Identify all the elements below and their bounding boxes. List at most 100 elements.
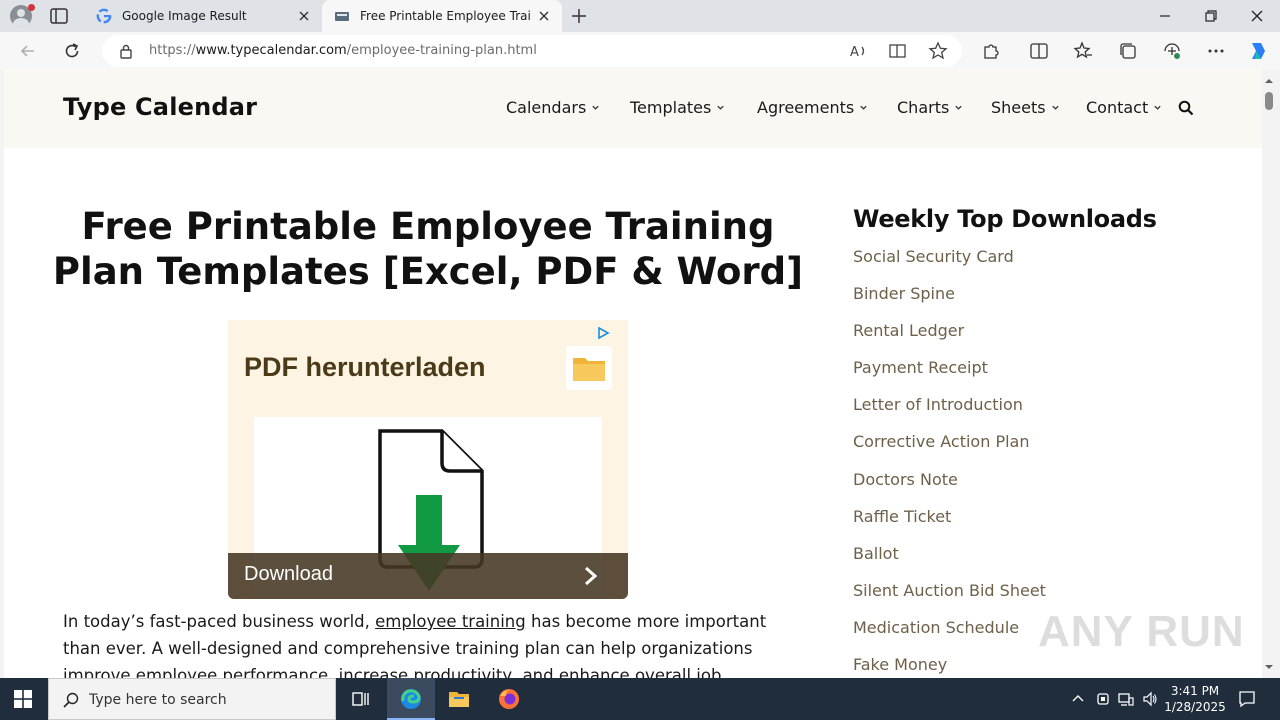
refresh-icon[interactable] [62, 41, 82, 61]
copilot-icon[interactable] [1246, 39, 1270, 63]
nav-label: Sheets [991, 98, 1046, 117]
url-path: /employee-training-plan.html [346, 43, 537, 58]
show-hidden-icons-chevron-icon[interactable] [1070, 691, 1086, 707]
chevron-down-icon [592, 105, 599, 110]
ad-download-label: Download [244, 563, 333, 585]
back-arrow-icon[interactable] [18, 41, 38, 61]
employee-training-link[interactable]: employee training [375, 612, 526, 631]
tab-title: Free Printable Employee Training [360, 9, 530, 23]
nav-label: Agreements [757, 98, 855, 117]
download-link[interactable]: Social Security Card [853, 247, 1046, 284]
tab-employee-training[interactable]: Free Printable Employee Training [322, 0, 562, 32]
close-tab-icon[interactable] [536, 8, 552, 24]
ad-headline[interactable]: PDF herunterladen [244, 352, 486, 383]
download-link[interactable]: Payment Receipt [853, 358, 1046, 395]
search-icon [63, 692, 79, 708]
favorites-icon[interactable] [1073, 41, 1093, 61]
nav-agreements[interactable]: Agreements [757, 98, 868, 117]
sidebar-title: Weekly Top Downloads [853, 205, 1157, 233]
search-placeholder: Type here to search [89, 692, 227, 708]
download-link[interactable]: Letter of Introduction [853, 395, 1046, 432]
immersive-reader-icon[interactable] [888, 41, 908, 61]
nav-contact[interactable]: Contact [1086, 98, 1162, 117]
url-text[interactable]: https://www.typecalendar.com/employee-tr… [149, 43, 537, 58]
nav-calendars[interactable]: Calendars [506, 98, 600, 117]
taskbar-firefox-app[interactable] [485, 678, 533, 720]
taskbar-file-explorer-app[interactable] [435, 678, 483, 720]
new-tab-plus-icon[interactable] [570, 7, 588, 25]
site-header: Type Calendar Calendars Templates Agreem… [4, 70, 1262, 148]
folder-icon [573, 358, 605, 381]
svg-text:A: A [850, 45, 859, 60]
device-tray-icon[interactable] [1095, 691, 1111, 707]
windows-start-icon[interactable] [14, 690, 32, 708]
download-link[interactable]: Raffle Ticket [853, 507, 1046, 544]
ad-download-bar[interactable]: Download [228, 553, 628, 599]
read-aloud-icon[interactable]: A [848, 41, 868, 61]
download-link[interactable]: Binder Spine [853, 284, 1046, 321]
anyrun-watermark: ANY RUN [1038, 607, 1245, 656]
browser-tab-strip: Google Image Result Free Printable Emplo… [0, 0, 1280, 32]
download-link[interactable]: Corrective Action Plan [853, 432, 1046, 469]
close-tab-icon[interactable] [296, 8, 312, 24]
download-link[interactable]: Silent Auction Bid Sheet [853, 581, 1046, 618]
scrollbar-thumb[interactable] [1265, 92, 1273, 110]
taskbar-edge-app[interactable] [387, 678, 435, 720]
nav-templates[interactable]: Templates [630, 98, 725, 117]
clock-date: 1/28/2025 [1164, 700, 1226, 714]
google-favicon-icon [96, 8, 112, 24]
tab-google-image-result[interactable]: Google Image Result [84, 0, 322, 32]
web-page-viewport: Type Calendar Calendars Templates Agreem… [4, 70, 1262, 678]
typecalendar-favicon-icon [335, 12, 349, 21]
more-options-icon[interactable] [1206, 41, 1226, 61]
extensions-puzzle-icon[interactable] [981, 41, 1001, 61]
chevron-down-icon [717, 105, 724, 110]
page-scrollbar[interactable] [1262, 70, 1276, 678]
nav-charts[interactable]: Charts [897, 98, 963, 117]
collections-icon[interactable] [1118, 41, 1138, 61]
chevron-right-icon [585, 566, 598, 586]
download-link[interactable]: Ballot [853, 544, 1046, 581]
nav-label: Charts [897, 98, 950, 117]
firefox-icon [499, 689, 519, 709]
favorite-star-icon[interactable] [928, 41, 948, 61]
scroll-down-arrow-icon[interactable] [1264, 662, 1274, 672]
scroll-up-arrow-icon[interactable] [1264, 76, 1274, 86]
intro-paragraph: In today’s fast-paced business world, em… [63, 608, 803, 678]
network-icon[interactable] [1118, 691, 1134, 707]
address-bar[interactable]: https://www.typecalendar.com/employee-tr… [102, 35, 962, 67]
nav-label: Templates [630, 98, 712, 117]
tab-title: Google Image Result [122, 9, 247, 23]
volume-speaker-icon[interactable] [1142, 691, 1158, 707]
search-icon[interactable] [1178, 100, 1194, 116]
clock-time: 3:41 PM [1170, 684, 1220, 698]
ad-choices-icon[interactable] [596, 326, 610, 340]
download-link[interactable]: Fake Money [853, 655, 1046, 678]
download-link[interactable]: Medication Schedule [853, 618, 1046, 655]
taskbar-search-box[interactable]: Type here to search [48, 678, 336, 720]
minimize-window-icon[interactable] [1156, 7, 1174, 25]
profile-notification-dot [28, 4, 35, 11]
chevron-down-icon [1051, 105, 1059, 110]
chevron-down-icon [1154, 105, 1161, 110]
task-view-button[interactable] [336, 678, 384, 720]
url-host: www.typecalendar.com [195, 43, 347, 58]
browser-toolbar: https://www.typecalendar.com/employee-tr… [0, 32, 1280, 70]
ad-folder-tile [566, 346, 612, 390]
lock-icon[interactable] [119, 43, 133, 59]
site-logo[interactable]: Type Calendar [63, 93, 257, 121]
advertisement-banner[interactable]: PDF herunterladen Download [228, 320, 628, 599]
restore-window-icon[interactable] [1202, 7, 1220, 25]
browser-essentials-icon[interactable] [1162, 41, 1182, 61]
split-screen-icon[interactable] [1029, 41, 1049, 61]
top-downloads-list: Social Security Card Binder Spine Rental… [853, 247, 1046, 678]
close-window-icon[interactable] [1248, 7, 1266, 25]
download-link[interactable]: Rental Ledger [853, 321, 1046, 358]
chevron-down-icon [860, 105, 867, 110]
nav-sheets[interactable]: Sheets [991, 98, 1060, 117]
notification-center-icon[interactable] [1238, 690, 1256, 708]
chevron-down-icon [955, 105, 962, 110]
download-link[interactable]: Doctors Note [853, 470, 1046, 507]
taskbar-clock[interactable]: 3:41 PM 1/28/2025 [1164, 683, 1226, 715]
tab-actions-icon[interactable] [50, 8, 68, 24]
